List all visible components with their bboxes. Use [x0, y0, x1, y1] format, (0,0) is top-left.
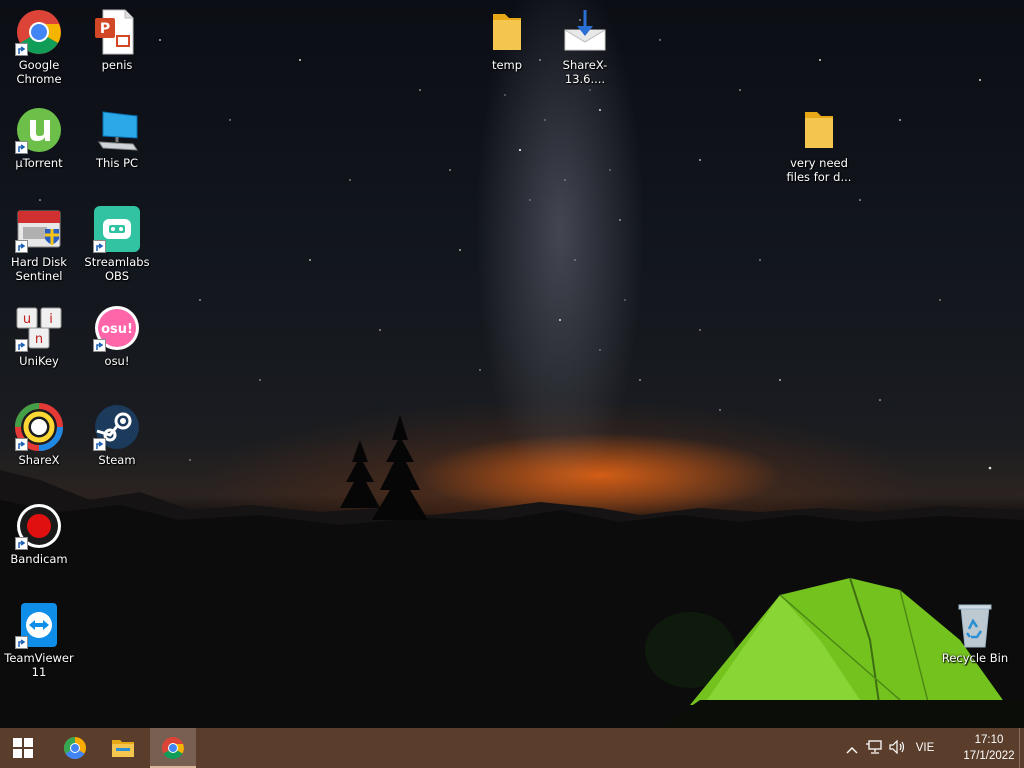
shortcut-arrow-icon [15, 141, 28, 154]
shortcut-arrow-icon [15, 438, 28, 451]
folder-icon [805, 112, 833, 148]
desktop-icon-recycle-bin[interactable]: Recycle Bin [936, 601, 1014, 665]
file-explorer-icon [112, 740, 134, 757]
system-tray: VIE [842, 728, 940, 768]
taskbar-clock[interactable]: 17:10 17/1/2022 [956, 730, 1022, 768]
desktop-icon-sharex-installer[interactable]: ShareX-13.6.... [546, 8, 624, 86]
chrome-button[interactable] [150, 728, 196, 768]
desktop-icon-google-chrome[interactable]: Google Chrome [0, 8, 78, 86]
desktop-icon-label: Google Chrome [16, 58, 62, 86]
desktop-icon-utorrent[interactable]: µTorrent [0, 106, 78, 170]
windows-icon [13, 738, 33, 758]
desktop-icon-osu[interactable]: osu! osu! [78, 304, 156, 368]
shortcut-arrow-icon [93, 240, 106, 253]
desktop-icon-label: Steam [98, 453, 136, 467]
desktop-icon-teamviewer[interactable]: TeamViewer 11 [0, 601, 78, 679]
desktop-icon-label: TeamViewer 11 [4, 651, 74, 679]
desktop-icon-this-pc[interactable]: This PC [78, 106, 156, 170]
desktop[interactable]: Google Chrome µTorrent Hard Disk Sentine… [0, 0, 1024, 728]
start-button[interactable] [0, 728, 46, 768]
clock-time: 17:10 [974, 734, 1004, 746]
desktop-icon-label: ShareX-13.6.... [562, 58, 608, 86]
osu-logo-text: osu! [101, 322, 133, 337]
desktop-icon-label: penis [101, 58, 133, 72]
desktop-icon-penis[interactable]: P penis [78, 8, 156, 72]
desktop-icon-label: µTorrent [15, 156, 63, 170]
chrome-icon [162, 737, 184, 759]
desktop-icon-unikey[interactable]: u i n UniKey [0, 304, 78, 368]
unikey-letter-u: u [23, 312, 31, 327]
recycle-bin-icon [958, 604, 992, 648]
shortcut-arrow-icon [15, 537, 28, 550]
desktop-icon-label: temp [491, 58, 523, 72]
taskbar[interactable]: VIE 17:10 17/1/2022 [0, 728, 1024, 768]
folder-icon [493, 14, 521, 50]
shortcut-arrow-icon [15, 240, 28, 253]
desktop-icon-label: This PC [95, 156, 139, 170]
desktop-icon-label: Hard Disk Sentinel [11, 255, 67, 283]
input-language-indicator[interactable]: VIE [910, 742, 940, 754]
file-explorer-button[interactable] [100, 728, 146, 768]
shortcut-arrow-icon [15, 636, 28, 649]
installer-icon [564, 10, 606, 51]
network-icon[interactable] [862, 739, 886, 758]
desktop-icon-label: Bandicam [10, 552, 68, 566]
clock-date: 17/1/2022 [963, 750, 1015, 762]
show-hidden-icons-chevron-icon[interactable] [842, 739, 862, 758]
this-pc-icon [98, 111, 138, 151]
desktop-icon-label: Streamlabs OBS [84, 255, 150, 283]
desktop-icon-label: very need files for d... [786, 156, 852, 184]
desktop-icon-streamlabs-obs[interactable]: Streamlabs OBS [78, 205, 156, 283]
desktop-icon-temp-folder[interactable]: temp [468, 8, 546, 72]
desktop-icon-label: UniKey [19, 354, 59, 368]
show-desktop-button[interactable] [1019, 728, 1024, 768]
desktop-icon-bandicam[interactable]: Bandicam [0, 502, 78, 566]
desktop-icon-label: ShareX [18, 453, 60, 467]
unikey-letter-n: n [35, 332, 43, 347]
shortcut-arrow-icon [15, 43, 28, 56]
chrome-canary-icon [64, 737, 86, 759]
desktop-icon-label: osu! [104, 354, 130, 368]
shortcut-arrow-icon [15, 339, 28, 352]
desktop-icon-sharex[interactable]: ShareX [0, 403, 78, 467]
powerpoint-file-icon: P [95, 9, 134, 55]
shortcut-arrow-icon [93, 438, 106, 451]
desktop-icon-label: Recycle Bin [941, 651, 1009, 665]
desktop-icon-hard-disk-sentinel[interactable]: Hard Disk Sentinel [0, 205, 78, 283]
svg-text:P: P [100, 21, 110, 37]
volume-icon[interactable] [886, 739, 910, 758]
desktop-icon-very-need-files-folder[interactable]: very need files for d... [780, 106, 858, 184]
desktop-icon-steam[interactable]: Steam [78, 403, 156, 467]
chrome-canary-button[interactable] [52, 728, 98, 768]
shortcut-arrow-icon [93, 339, 106, 352]
unikey-letter-i: i [49, 312, 53, 327]
